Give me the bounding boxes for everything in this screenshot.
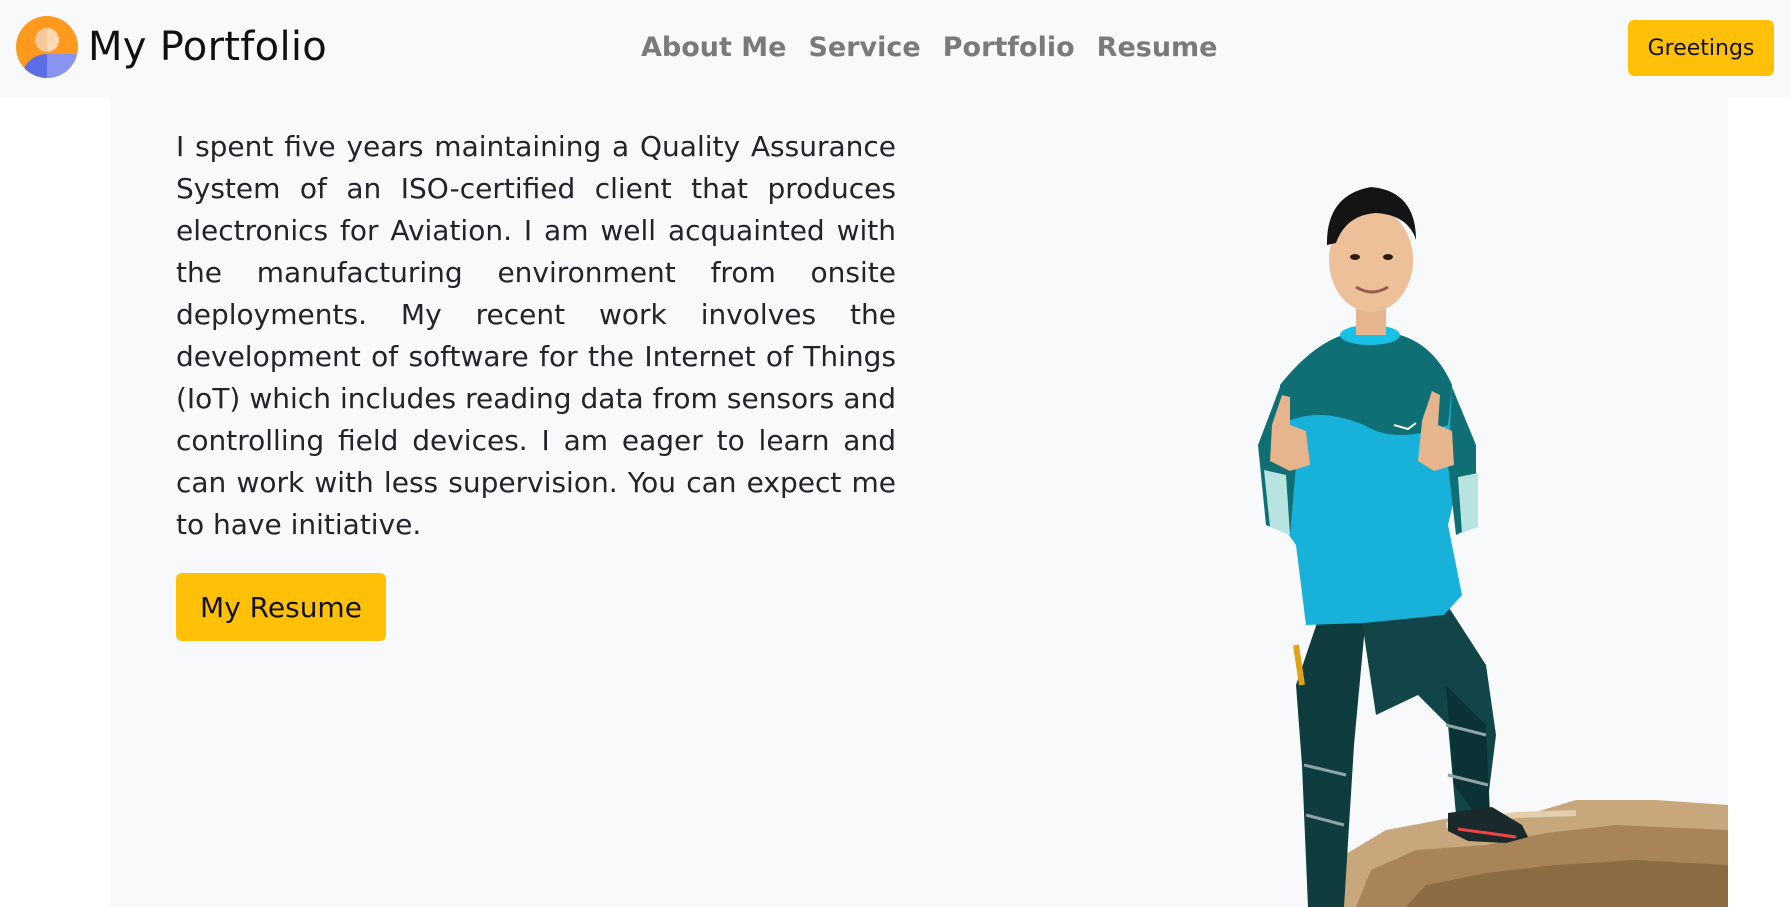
bio-paragraph: I spent five years maintaining a Quality… — [176, 130, 896, 541]
avatar-logo-icon — [16, 16, 78, 78]
nav-menu: About Me Service Portfolio Resume — [641, 28, 1229, 68]
nav-link-resume[interactable]: Resume — [1086, 28, 1229, 68]
nav-link-portfolio[interactable]: Portfolio — [932, 28, 1086, 68]
shirt-shape — [1258, 325, 1478, 625]
head-shape — [1326, 187, 1416, 335]
rock-image — [1326, 800, 1728, 907]
navbar: My Portfolio About Me Service Portfolio … — [0, 0, 1791, 97]
nav-link-service[interactable]: Service — [797, 28, 931, 68]
profile-photo — [1258, 187, 1728, 907]
about-section: I spent five years maintaining a Quality… — [110, 97, 1728, 907]
greetings-button[interactable]: Greetings — [1628, 20, 1774, 76]
brand-title: My Portfolio — [88, 24, 328, 70]
nav-link-about-me[interactable]: About Me — [641, 28, 797, 68]
brand-link[interactable]: My Portfolio — [16, 16, 327, 78]
my-resume-button[interactable]: My Resume — [176, 573, 386, 641]
